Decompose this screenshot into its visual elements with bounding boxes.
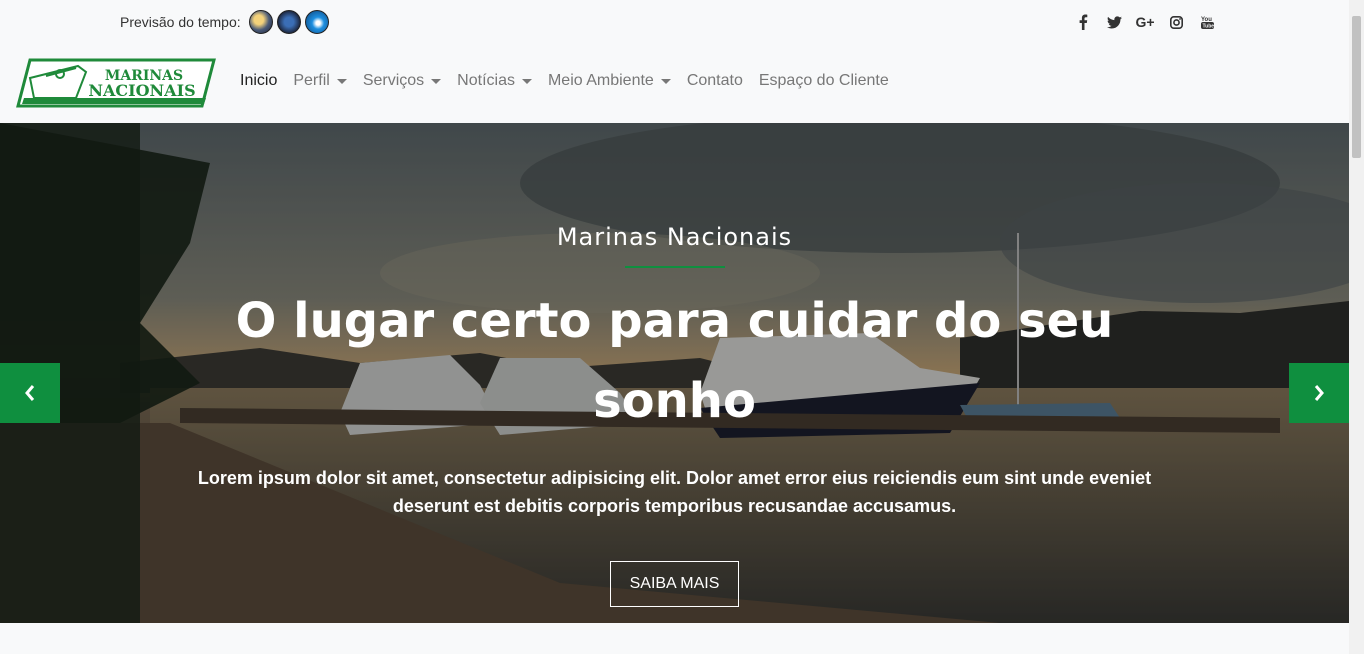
nav-item-meio-ambiente[interactable]: Meio Ambiente bbox=[548, 72, 671, 90]
carousel-prev-button[interactable] bbox=[0, 363, 60, 423]
nav-item-contato[interactable]: Contato bbox=[687, 72, 743, 90]
nav-item-inicio[interactable]: Inicio bbox=[240, 72, 277, 90]
caret-down-icon bbox=[431, 78, 442, 84]
saiba-mais-button[interactable]: SAIBA MAIS bbox=[610, 561, 739, 607]
weather-wave-icon[interactable] bbox=[304, 10, 329, 34]
youtube-icon[interactable]: You Tube bbox=[1196, 11, 1218, 33]
nav-item-espaco-cliente[interactable]: Espaço do Cliente bbox=[759, 72, 889, 90]
weather-sun-icon[interactable] bbox=[248, 10, 273, 34]
svg-text:NACIONAIS: NACIONAIS bbox=[88, 81, 195, 100]
main-nav: Inicio Perfil Serviços Notícias Meio Amb… bbox=[240, 72, 905, 90]
nav-item-noticias[interactable]: Notícias bbox=[457, 72, 532, 90]
main-navbar: MARINAS NACIONAIS Inicio Perfil Serviços… bbox=[0, 44, 1349, 123]
scrollbar-thumb[interactable] bbox=[1352, 16, 1361, 158]
top-bar: Previsão do tempo: G+ You Tube bbox=[0, 0, 1349, 44]
caret-down-icon bbox=[521, 78, 532, 84]
hero-subtitle: Marinas Nacionais bbox=[556, 223, 793, 251]
facebook-icon[interactable] bbox=[1072, 11, 1094, 33]
brand-logo[interactable]: MARINAS NACIONAIS bbox=[16, 58, 216, 108]
caret-down-icon bbox=[660, 78, 671, 84]
hero-carousel: Marinas Nacionais O lugar certo para cui… bbox=[0, 123, 1349, 623]
chevron-left-icon bbox=[25, 385, 35, 401]
chevron-right-icon bbox=[1314, 385, 1324, 401]
page-scrollbar[interactable] bbox=[1349, 0, 1364, 654]
forecast-label: Previsão do tempo: bbox=[120, 14, 241, 30]
hero-divider bbox=[625, 266, 725, 268]
social-links: G+ You Tube bbox=[1072, 11, 1227, 33]
nav-item-servicos[interactable]: Serviços bbox=[363, 72, 442, 90]
hero-description: Lorem ipsum dolor sit amet, consectetur … bbox=[197, 468, 1152, 516]
nav-item-perfil[interactable]: Perfil bbox=[293, 72, 347, 90]
hero-title: O lugar certo para cuidar do seu sonho bbox=[235, 293, 1114, 429]
weather-cloud-icon[interactable] bbox=[276, 10, 301, 34]
svg-text:Tube: Tube bbox=[1202, 23, 1214, 29]
caret-down-icon bbox=[336, 78, 347, 84]
weather-forecast: Previsão do tempo: bbox=[120, 9, 329, 35]
instagram-icon[interactable] bbox=[1165, 11, 1187, 33]
google-plus-icon[interactable]: G+ bbox=[1134, 11, 1156, 33]
carousel-next-button[interactable] bbox=[1289, 363, 1349, 423]
twitter-icon[interactable] bbox=[1103, 11, 1125, 33]
